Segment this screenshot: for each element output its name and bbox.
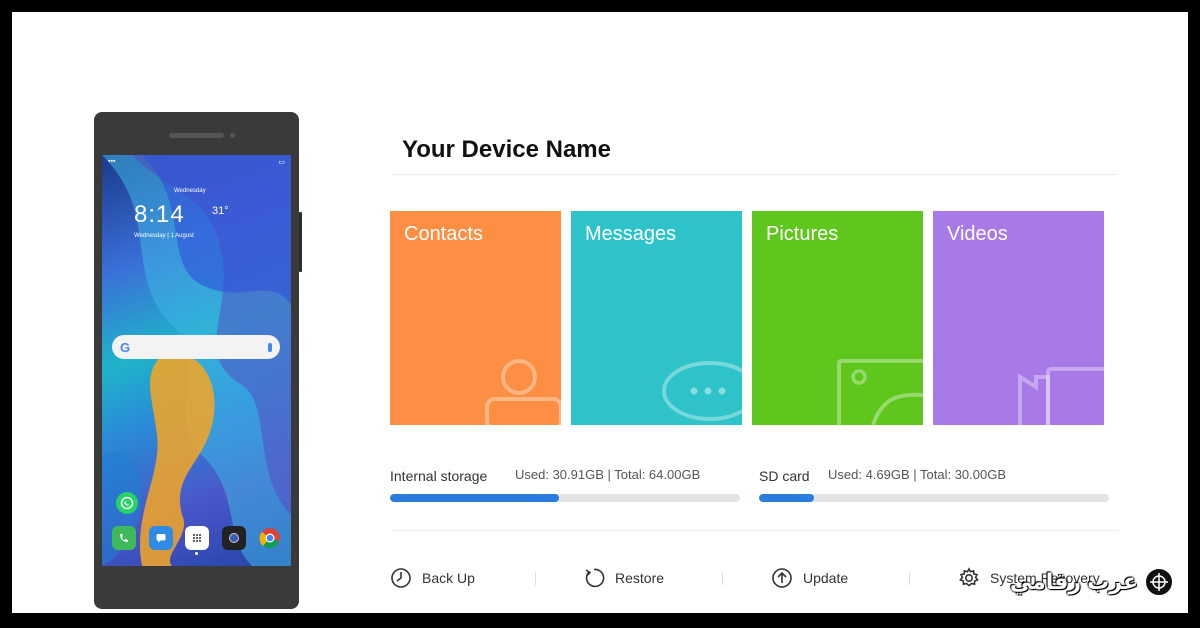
- watermark-text: عرب رقامي: [1009, 569, 1138, 594]
- internal-storage-fill: [390, 494, 560, 502]
- lockscreen-date: Wednesday | 1 August: [134, 233, 194, 239]
- tile-contacts[interactable]: Contacts: [390, 211, 561, 425]
- chrome-icon: [258, 526, 282, 550]
- sd-card-fill: [759, 494, 814, 502]
- internal-storage-label: Internal storage: [390, 468, 488, 484]
- whatsapp-icon: [116, 492, 138, 514]
- internal-storage-bar: [390, 494, 740, 502]
- separator: [722, 572, 723, 585]
- tile-videos[interactable]: Videos: [933, 211, 1104, 425]
- sd-card-stats: Used: 4.69GB | Total: 30.00GB: [828, 467, 1007, 482]
- microphone-icon: [268, 342, 272, 352]
- tile-messages[interactable]: Messages: [571, 211, 742, 425]
- tile-contacts-label: Contacts: [404, 223, 483, 245]
- watermark: عرب رقامي: [1010, 567, 1174, 597]
- separator: [535, 572, 536, 585]
- device-name-title: Your Device Name: [402, 136, 611, 163]
- tile-messages-label: Messages: [585, 223, 677, 245]
- tile-pictures[interactable]: Pictures: [752, 211, 923, 425]
- google-search-bar: G: [112, 335, 280, 359]
- person-icon: [485, 359, 561, 425]
- phone-dock: [112, 526, 282, 550]
- lockscreen-clock: 8:14: [134, 201, 185, 228]
- google-icon: G: [120, 339, 131, 355]
- gear-icon: [959, 567, 979, 587]
- video-camera-icon: [1018, 367, 1104, 425]
- phone-side-button: [299, 212, 302, 272]
- camera-app-icon: [221, 526, 246, 550]
- backup-button[interactable]: Back Up: [390, 567, 475, 589]
- phone-status-bar: ▪▪▪ ▭: [108, 158, 285, 166]
- page-indicator: [195, 552, 198, 555]
- divider: [392, 530, 1118, 531]
- app-drawer-icon: [185, 526, 209, 550]
- image-icon: [837, 359, 923, 425]
- divider: [392, 174, 1118, 175]
- update-button[interactable]: Update: [771, 567, 848, 589]
- restore-button[interactable]: Restore: [583, 567, 664, 589]
- app-window: ▪▪▪ ▭ Wednesday 8:14 31° Wednesday | 1 A…: [12, 12, 1188, 613]
- tile-pictures-label: Pictures: [766, 223, 839, 245]
- phone-call-icon: [112, 526, 136, 550]
- internal-storage-stats: Used: 30.91GB | Total: 64.00GB: [515, 467, 701, 482]
- messages-app-icon: [148, 526, 173, 550]
- update-arrow-icon: [772, 568, 792, 588]
- signal-icon: ▪▪▪: [108, 158, 116, 165]
- crosshair-logo-icon: [1144, 567, 1174, 597]
- lockscreen-city: Wednesday: [174, 188, 206, 194]
- update-label: Update: [803, 570, 849, 586]
- phone-camera: [230, 133, 235, 138]
- battery-icon: ▭: [278, 159, 285, 166]
- backup-clock-icon: [391, 568, 411, 588]
- sd-card-label: SD card: [759, 468, 810, 484]
- phone-earpiece: [169, 133, 224, 138]
- tile-videos-label: Videos: [947, 223, 1008, 245]
- backup-label: Back Up: [422, 570, 475, 586]
- chat-bubble-icon: [662, 361, 742, 421]
- restore-label: Restore: [615, 570, 665, 586]
- lockscreen-weather: 31°: [212, 205, 229, 217]
- phone-screen: ▪▪▪ ▭ Wednesday 8:14 31° Wednesday | 1 A…: [102, 155, 291, 566]
- separator: [909, 572, 910, 585]
- sd-card-bar: [759, 494, 1109, 502]
- restore-arrow-icon: [585, 568, 605, 588]
- phone-preview: ▪▪▪ ▭ Wednesday 8:14 31° Wednesday | 1 A…: [94, 112, 302, 609]
